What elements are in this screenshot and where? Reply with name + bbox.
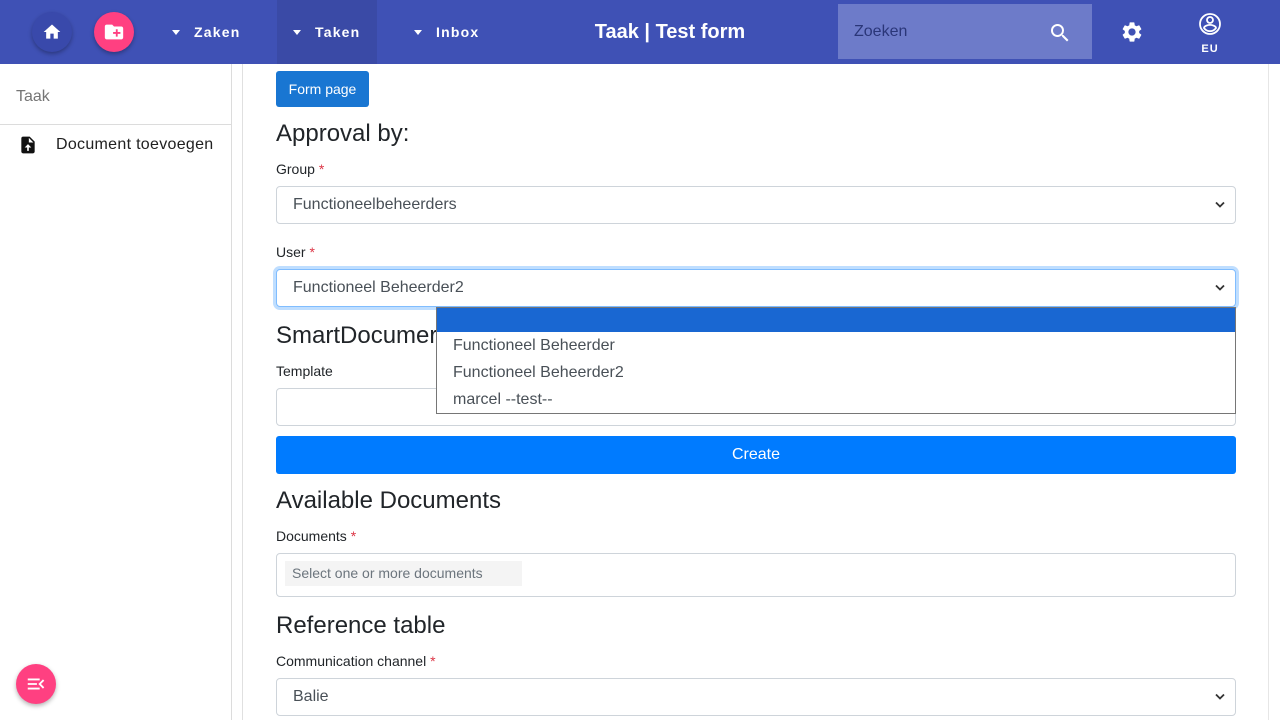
documents-placeholder: Select one or more documents xyxy=(285,561,522,586)
caret-down-icon xyxy=(293,29,301,35)
chevron-down-icon xyxy=(1215,693,1225,700)
approval-heading: Approval by: xyxy=(276,120,410,147)
documents-multiselect[interactable]: Select one or more documents xyxy=(276,553,1236,597)
form-page-button[interactable]: Form page xyxy=(276,71,369,107)
create-button[interactable]: Create xyxy=(276,436,1236,474)
menu-open-icon xyxy=(27,678,45,690)
file-upload-icon xyxy=(18,134,38,156)
sidebar-item-label: Document toevoegen xyxy=(56,136,214,153)
caret-down-icon xyxy=(414,29,422,35)
toggle-menu-fab[interactable] xyxy=(16,664,56,704)
channel-select-value: Balie xyxy=(293,688,329,705)
new-case-button[interactable] xyxy=(94,12,134,52)
channel-label-text: Communication channel xyxy=(276,653,427,669)
page-title: Taak | Test form xyxy=(594,21,746,43)
sidebar-item-document-toevoegen[interactable]: Document toevoegen xyxy=(0,125,231,165)
template-label: Template xyxy=(276,363,333,379)
required-mark: * xyxy=(350,528,357,544)
group-select-value: Functioneelbeheerders xyxy=(293,196,457,213)
search-box xyxy=(838,4,1092,59)
required-mark: * xyxy=(430,653,436,669)
nav-menu-taken[interactable]: Taken xyxy=(277,0,377,64)
nav-zaken-label: Zaken xyxy=(194,24,241,40)
folder-plus-icon xyxy=(104,24,124,40)
reference-table-heading: Reference table xyxy=(276,612,446,639)
search-input[interactable] xyxy=(854,22,1034,41)
user-dropdown-list: Functioneel Beheerder Functioneel Beheer… xyxy=(436,307,1236,414)
settings-gear-icon[interactable] xyxy=(1120,20,1144,44)
chevron-down-icon xyxy=(1215,201,1225,208)
communication-channel-select[interactable]: Balie xyxy=(276,678,1236,716)
home-icon xyxy=(43,24,61,39)
dropdown-option[interactable]: marcel --test-- xyxy=(437,386,1235,413)
nav-menu-zaken[interactable]: Zaken xyxy=(172,0,272,64)
required-mark: * xyxy=(318,161,325,177)
available-documents-heading: Available Documents xyxy=(276,487,502,514)
user-label: User * xyxy=(276,244,315,260)
user-label-text: User xyxy=(276,244,306,260)
dropdown-option[interactable]: Functioneel Beheerder2 xyxy=(437,359,1235,386)
search-icon[interactable] xyxy=(1048,21,1072,45)
documents-label: Documents * xyxy=(276,528,356,544)
account-menu[interactable]: EU xyxy=(1194,12,1226,55)
user-select-value: Functioneel Beheerder2 xyxy=(293,279,464,296)
nav-taken-label: Taken xyxy=(315,24,361,40)
scrollbar-track[interactable] xyxy=(1268,64,1269,720)
dropdown-option[interactable] xyxy=(437,308,1235,332)
smartdocuments-heading: SmartDocumer xyxy=(276,322,438,349)
nav-menu-inbox[interactable]: Inbox xyxy=(414,0,514,64)
sidebar-header: Taak xyxy=(0,64,231,125)
content-divider xyxy=(242,64,243,720)
account-circle-icon xyxy=(1199,13,1221,35)
group-label: Group * xyxy=(276,161,324,177)
documents-label-text: Documents xyxy=(276,528,347,544)
account-label: EU xyxy=(1201,43,1219,55)
chevron-down-icon xyxy=(1215,284,1225,291)
group-label-text: Group xyxy=(276,161,315,177)
channel-label: Communication channel * xyxy=(276,653,436,669)
user-select[interactable]: Functioneel Beheerder2 xyxy=(276,269,1236,307)
sidebar: Taak Document toevoegen xyxy=(0,64,232,720)
home-button[interactable] xyxy=(32,12,72,52)
top-app-bar: Zaken Taken Inbox Taak | Test form EU xyxy=(0,0,1280,64)
nav-inbox-label: Inbox xyxy=(436,24,480,40)
required-mark: * xyxy=(309,244,315,260)
caret-down-icon xyxy=(172,29,180,35)
dropdown-option[interactable]: Functioneel Beheerder xyxy=(437,332,1235,359)
group-select[interactable]: Functioneelbeheerders xyxy=(276,186,1236,224)
